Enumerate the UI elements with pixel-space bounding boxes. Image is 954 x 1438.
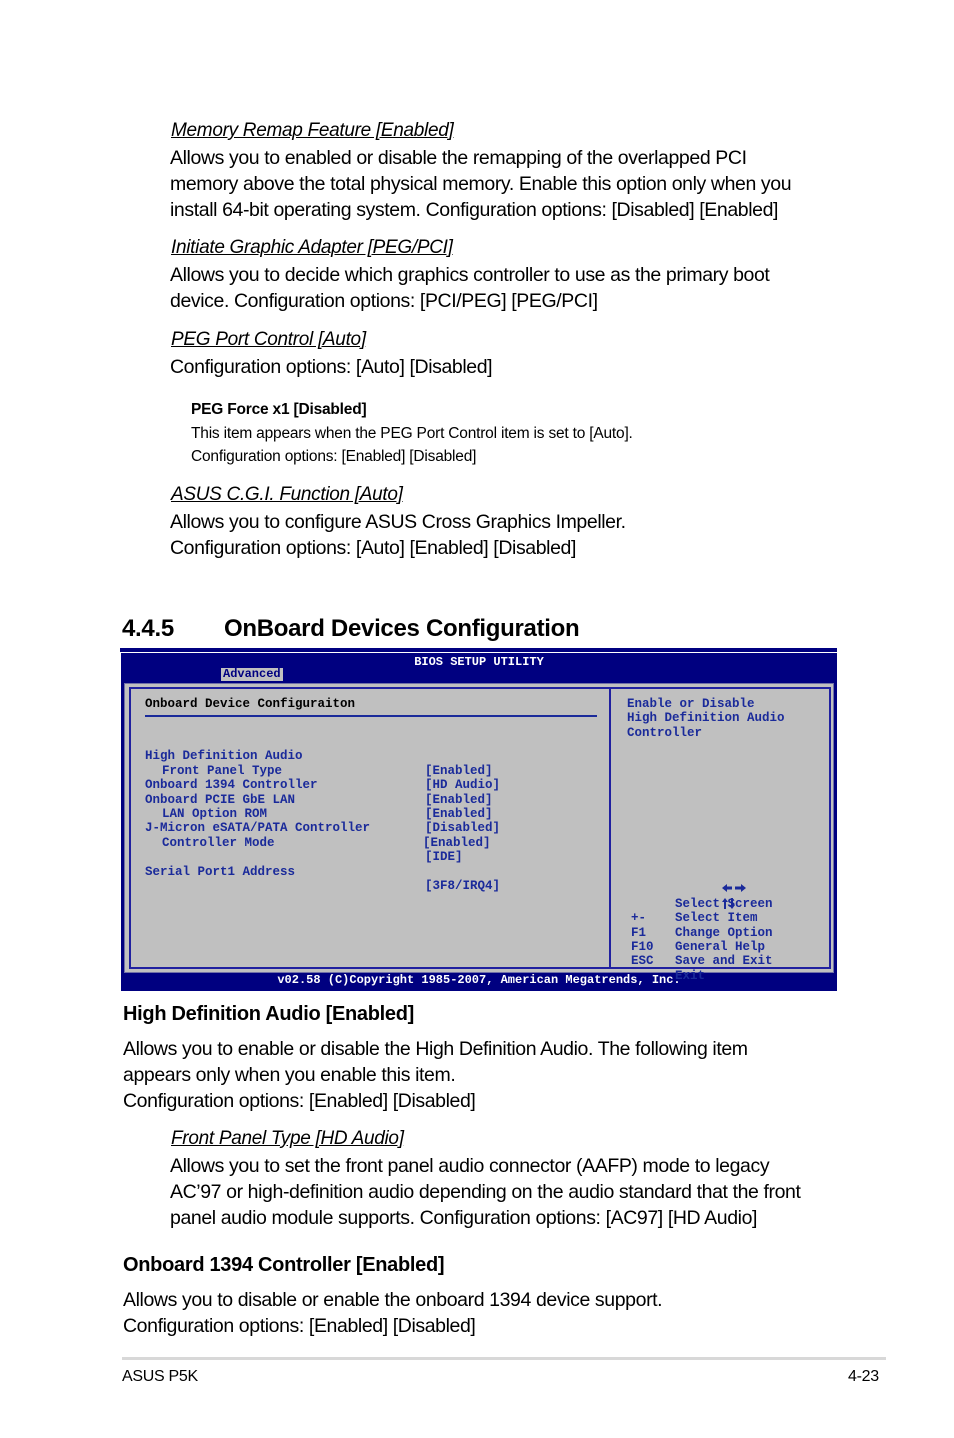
bios-setting-row[interactable]: Front Panel Type [HD Audio]	[145, 749, 500, 792]
bios-setting-row[interactable]: High Definition Audio [Enabled]	[145, 735, 493, 777]
bios-body: Onboard Device Configuraiton High Defini…	[124, 683, 834, 983]
bios-setting-row[interactable]: Onboard 1394 Controller [Enabled]	[145, 764, 493, 806]
sub-item-title-peg-force: PEG Force x1 [Disabled]	[191, 401, 367, 418]
desc-line: Configuration options: [Auto] [Enabled] …	[170, 537, 577, 559]
desc-line: Configuration options: [Enabled] [Disabl…	[123, 1315, 476, 1337]
key-row: +- Change Option	[631, 897, 773, 939]
item-desc-memory-remap: Allows you to enabled or disable the rem…	[170, 145, 792, 223]
desc-line: Allows you to enabled or disable the rem…	[170, 147, 747, 169]
footer-product: ASUS P5K	[122, 1368, 198, 1385]
bios-copyright: v02.58 (C)Copyright 1985-2007, American …	[277, 973, 681, 987]
bios-screenshot: BIOS SETUP UTILITY Advanced Onboard Devi…	[121, 653, 837, 991]
setting-value[interactable]: [Enabled]	[423, 836, 491, 850]
desc-line: memory above the total physical memory. …	[170, 173, 792, 195]
bios-help-text: Enable or Disable High Definition Audio …	[627, 697, 785, 740]
help-line: High Definition Audio	[627, 711, 785, 726]
section-number: 4.4.5	[122, 615, 174, 642]
item-title-cgi: ASUS C.G.I. Function [Auto]	[171, 484, 403, 505]
bios-panel-rule	[145, 715, 597, 717]
desc-line: Configuration options: [Auto] [Disabled]	[170, 356, 493, 378]
section-title: OnBoard Devices Configuration	[224, 615, 580, 642]
key-row: Select Screen	[631, 868, 773, 911]
help-line: Controller	[627, 725, 703, 740]
item-desc-initiate-graphic: Allows you to decide which graphics cont…	[170, 262, 770, 314]
desc-line: This item appears when the PEG Port Cont…	[191, 425, 633, 442]
item-desc-peg-port: Configuration options: [Auto] [Disabled]	[170, 354, 493, 380]
key-row: Select Item	[631, 882, 758, 925]
item-desc-front-panel: Allows you to set the front panel audio …	[170, 1153, 801, 1231]
footer-rule	[122, 1357, 886, 1360]
help-line: Enable or Disable	[627, 697, 755, 711]
bios-setting-spacer	[145, 836, 220, 850]
section-heading-rule	[120, 648, 837, 652]
desc-line: device. Configuration options: [PCI/PEG]…	[170, 290, 598, 312]
bios-key-legend: Select Screen Select Item +- Change Opti…	[631, 868, 773, 983]
bios-setting-row[interactable]: LAN Option ROM [Disabled]	[145, 793, 500, 835]
item-title-memory-remap: Memory Remap Feature [Enabled]	[171, 120, 454, 141]
setting-value[interactable]: [Enabled]	[425, 807, 493, 821]
hda-description: Allows you to enable or disable the High…	[123, 1036, 748, 1114]
ieee1394-description: Allows you to disable or enable the onbo…	[123, 1287, 663, 1339]
bios-setting-row[interactable]: J-Micron eSATA/PATA Controller [Enabled]	[145, 807, 491, 849]
bios-settings-list: High Definition Audio [Enabled] Front Pa…	[145, 735, 500, 893]
setting-value[interactable]: [IDE]	[425, 850, 463, 864]
item-title-front-panel: Front Panel Type [HD Audio]	[171, 1128, 404, 1149]
setting-value[interactable]: [Enabled]	[425, 764, 493, 778]
desc-line: Configuration options: [Enabled] [Disabl…	[123, 1090, 476, 1112]
key-row: F1 General Help	[631, 911, 765, 954]
desc-line: Allows you to enable or disable the High…	[123, 1038, 748, 1060]
sub-item-desc-peg-force: This item appears when the PEG Port Cont…	[191, 422, 633, 468]
desc-line: install 64-bit operating system. Configu…	[170, 199, 779, 221]
desc-line: panel audio module supports. Configurati…	[170, 1207, 758, 1229]
desc-line: Allows you to disable or enable the onbo…	[123, 1289, 663, 1311]
bios-tab-advanced[interactable]: Advanced	[221, 668, 283, 681]
desc-line: AC’97 or high-definition audio depending…	[170, 1181, 801, 1203]
bios-settings-panel: Onboard Device Configuraiton High Defini…	[129, 687, 611, 969]
setting-value[interactable]: [HD Audio]	[425, 778, 500, 792]
subheading-1394: Onboard 1394 Controller [Enabled]	[123, 1254, 445, 1276]
key-name: ESC	[631, 954, 654, 969]
item-title-initiate-graphic: Initiate Graphic Adapter [PEG/PCI]	[171, 237, 453, 258]
bios-setting-row[interactable]: Controller Mode [IDE]	[145, 821, 463, 864]
item-title-peg-port: PEG Port Control [Auto]	[171, 329, 366, 350]
subheading-hda: High Definition Audio [Enabled]	[123, 1003, 415, 1025]
key-row: F10 Save and Exit	[631, 926, 773, 968]
setting-label: Serial Port1 Address	[145, 864, 296, 879]
footer-page-number: 4-23	[848, 1368, 879, 1385]
item-desc-cgi: Allows you to configure ASUS Cross Graph…	[170, 509, 626, 561]
key-row: ESC Exit	[631, 940, 706, 982]
setting-value[interactable]: [Enabled]	[425, 793, 493, 807]
desc-line: appears only when you enable this item.	[123, 1064, 456, 1086]
desc-line: Allows you to configure ASUS Cross Graph…	[170, 511, 626, 533]
desc-line: Configuration options: [Enabled] [Disabl…	[191, 448, 477, 465]
setting-value[interactable]: [Disabled]	[425, 821, 500, 835]
bios-setting-row[interactable]: Serial Port1 Address [3F8/IRQ4]	[145, 850, 500, 893]
bios-help-panel: Enable or Disable High Definition Audio …	[609, 687, 831, 983]
setting-value[interactable]: [3F8/IRQ4]	[425, 879, 500, 893]
desc-line: Allows you to decide which graphics cont…	[170, 264, 770, 286]
bios-setting-row[interactable]: Onboard PCIE GbE LAN [Enabled]	[145, 778, 493, 821]
desc-line: Allows you to set the front panel audio …	[170, 1155, 770, 1177]
bios-panel-title: Onboard Device Configuraiton	[145, 697, 356, 711]
